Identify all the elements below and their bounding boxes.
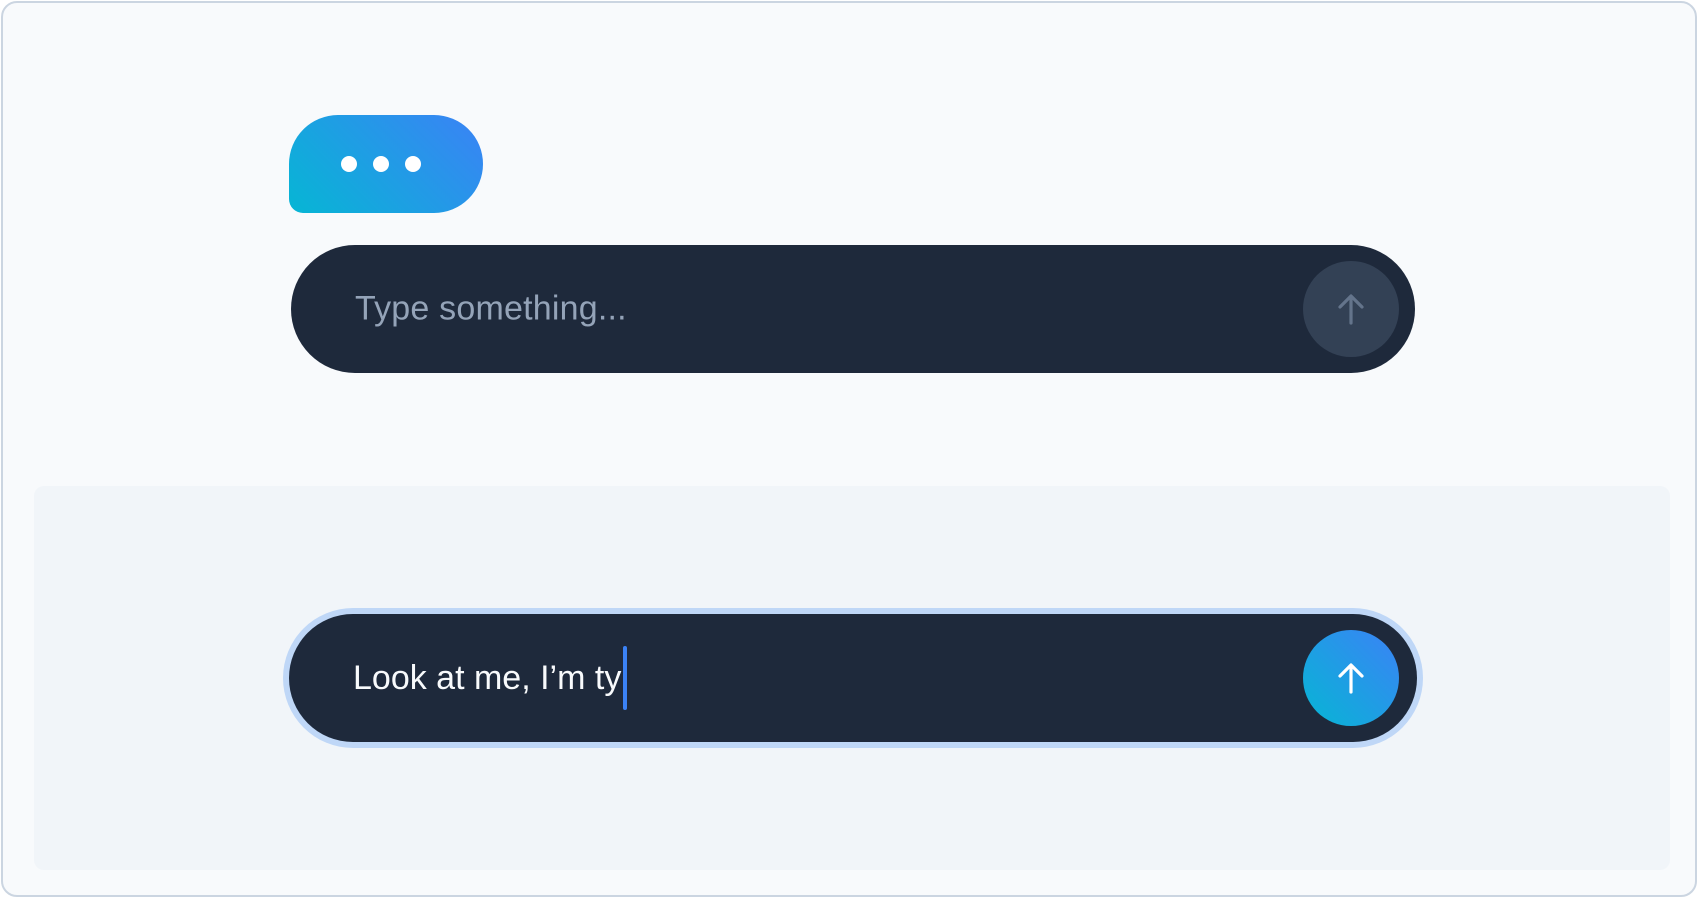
- arrow-up-icon: [1338, 663, 1364, 694]
- chat-input-placeholder: Type something...: [355, 289, 627, 328]
- typing-dot: [405, 156, 421, 172]
- canvas-frame: Type something... Look at me, I’m ty: [1, 1, 1697, 897]
- typing-dot: [373, 156, 389, 172]
- text-caret: [623, 646, 628, 710]
- typing-indicator-bubble: [289, 115, 483, 213]
- arrow-up-icon: [1338, 294, 1364, 325]
- chat-input-empty[interactable]: Type something...: [291, 245, 1415, 373]
- chat-input-value: Look at me, I’m ty: [353, 658, 622, 697]
- typing-dot: [341, 156, 357, 172]
- send-button-active[interactable]: [1303, 630, 1399, 726]
- chat-input-value-wrap[interactable]: Look at me, I’m ty: [353, 646, 628, 710]
- send-button-disabled[interactable]: [1303, 261, 1399, 357]
- chat-input-focused[interactable]: Look at me, I’m ty: [289, 614, 1417, 742]
